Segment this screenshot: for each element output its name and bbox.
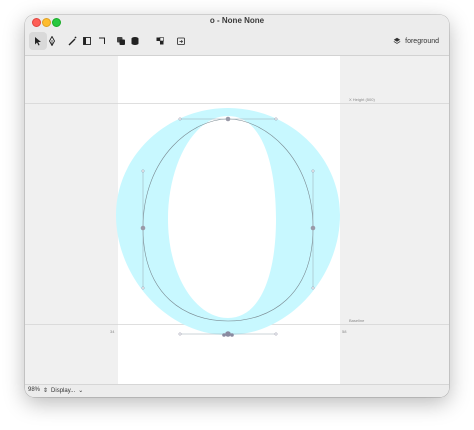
right-sidebearing-value: 58 <box>342 329 347 334</box>
glyph-canvas[interactable]: X Height (500) Baseline 34 58 <box>25 56 449 384</box>
display-mode-updown-icon: ⇕ <box>43 388 49 394</box>
knife-icon <box>68 36 77 46</box>
zoom-level: 98% <box>28 387 41 393</box>
app-window: o - None None foreground X Height (500) … <box>25 15 449 397</box>
toolbar: foreground <box>25 28 449 56</box>
database-icon <box>131 37 139 45</box>
display-mode-label: Display... <box>51 387 76 394</box>
layer-selector-button[interactable]: foreground <box>389 33 443 49</box>
left-sidebearing-value: 34 <box>110 329 115 334</box>
layer-label: foreground <box>405 37 439 45</box>
overlap-icon <box>117 37 125 45</box>
chevron-down-icon: ⌄ <box>78 388 84 394</box>
status-bar: 98% ⇕ Display... ⌄ <box>25 384 449 397</box>
glyph-editor-svg[interactable]: X Height (500) Baseline 34 58 <box>25 56 449 384</box>
arrow-cursor-icon <box>35 37 41 46</box>
arrange-icon <box>156 37 164 45</box>
export-icon <box>177 37 185 45</box>
arrange-tool[interactable] <box>151 32 169 50</box>
layers-icon <box>393 37 401 44</box>
title-bar: o - None None <box>25 15 449 28</box>
corner-icon <box>83 37 91 45</box>
display-mode-select[interactable]: ⇕ Display... ⌄ <box>43 387 84 395</box>
window-title: o - None None <box>209 16 265 25</box>
x-height-label: X Height (500) <box>349 97 375 102</box>
hook-tool[interactable] <box>93 32 111 50</box>
hook-icon <box>99 37 105 44</box>
pen-nib-icon <box>48 36 56 46</box>
export-tool[interactable] <box>172 32 190 50</box>
pen-tool[interactable] <box>43 32 61 50</box>
baseline-label: Baseline <box>349 318 365 323</box>
stack-tool[interactable] <box>126 32 144 50</box>
